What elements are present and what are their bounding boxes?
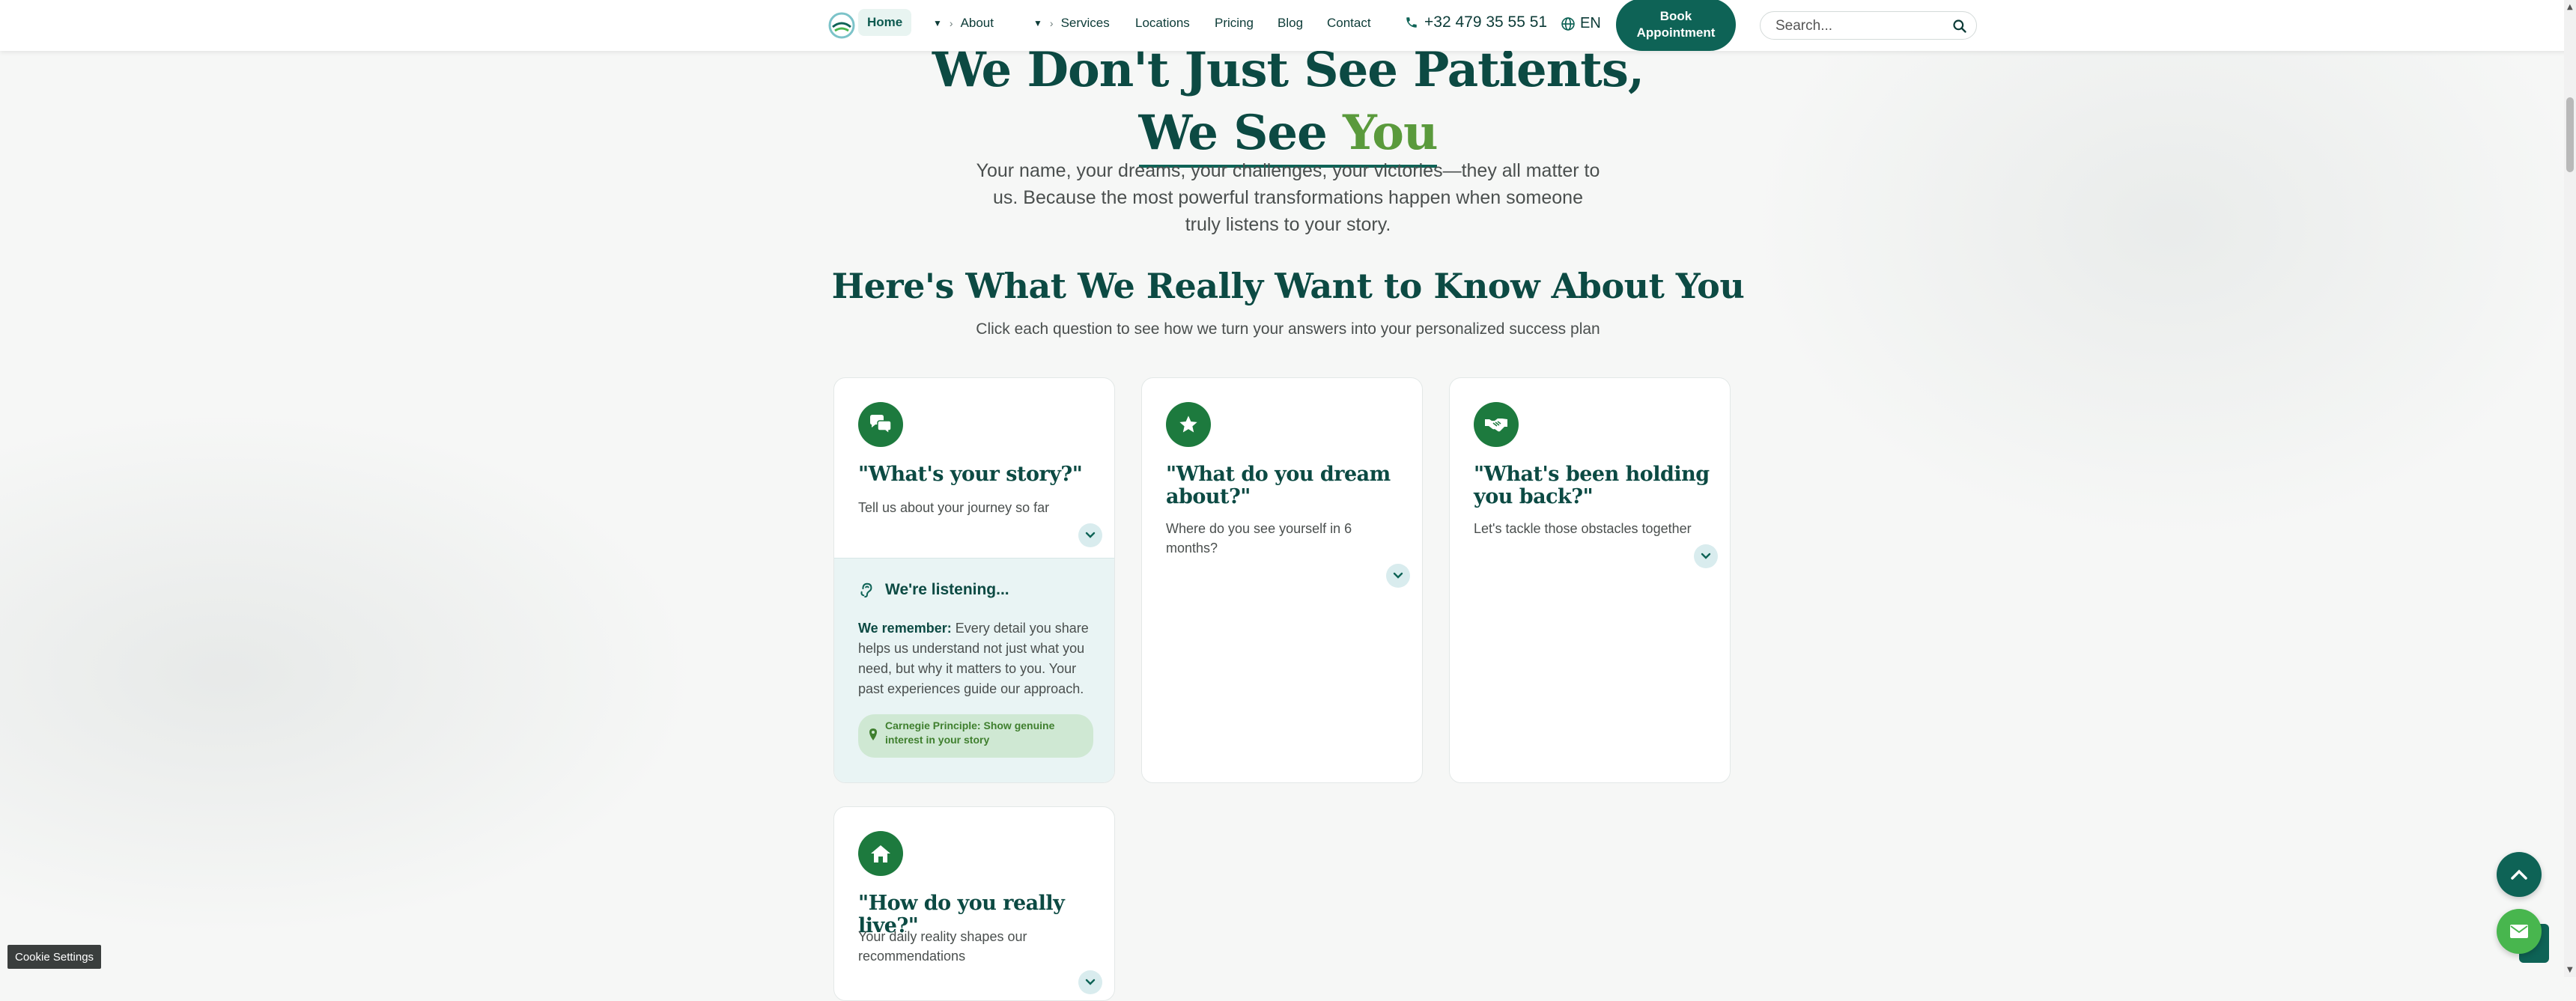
card-icon-badge: [1474, 402, 1519, 447]
hero-title-we-see: We See: [1138, 105, 1343, 161]
scroll-to-top-button[interactable]: [2497, 852, 2542, 897]
nav-pricing[interactable]: Pricing: [1215, 0, 1254, 46]
book-appointment-button[interactable]: Book Appointment: [1616, 0, 1736, 51]
language-label: EN: [1580, 15, 1601, 31]
chevron-up-icon: [2511, 869, 2527, 880]
phone-number: +32 479 35 55 51: [1424, 13, 1548, 31]
nav-blog[interactable]: Blog: [1278, 0, 1303, 46]
chevron-down-icon: [1701, 553, 1711, 559]
scroll-up-arrow-icon[interactable]: ▲: [2567, 3, 2573, 11]
chat-bubbles-icon: [870, 415, 892, 435]
handshake-icon: [1485, 419, 1507, 432]
card-icon-badge: [858, 402, 903, 447]
nav-services[interactable]: ▼ › Services: [1033, 0, 1110, 46]
nav-locations[interactable]: Locations: [1135, 0, 1190, 46]
chevron-right-icon: ›: [1049, 17, 1054, 29]
question-card-dream[interactable]: "What do you dream about?" Where do you …: [1141, 377, 1423, 783]
top-navbar: Home ▼ › About ▼ › Services Locations Pr…: [0, 0, 2576, 51]
card-toggle-button[interactable]: [1386, 564, 1410, 588]
book-label-line1: Book: [1659, 9, 1692, 23]
home-icon: [871, 845, 890, 862]
chevron-down-icon: [1085, 979, 1096, 985]
search-input[interactable]: [1774, 16, 1942, 36]
card-expanded-panel: We're listening... We remember: Every de…: [834, 558, 1114, 782]
question-card-obstacles[interactable]: "What's been holding you back?" Let's ta…: [1449, 377, 1731, 783]
card-icon-badge: [1166, 402, 1211, 447]
phone-icon: [1406, 17, 1417, 28]
chevron-right-icon: ›: [949, 17, 953, 29]
star-icon: [1179, 416, 1197, 433]
hero-title-you: You: [1343, 105, 1438, 161]
pin-icon: [869, 728, 877, 740]
search-icon[interactable]: [1952, 19, 1967, 34]
mail-icon: [2510, 925, 2528, 938]
card-description: Where do you see yourself in 6 months?: [1166, 521, 1352, 556]
pill-text: Carnegie Principle: Show genuine interes…: [885, 719, 1055, 746]
cookie-settings-button[interactable]: Cookie Settings: [7, 945, 102, 969]
section-title: Here's What We Really Want to Know About…: [831, 266, 1745, 306]
nav-services-label: Services: [1060, 16, 1110, 30]
card-question: "What's been holding you back?": [1474, 463, 1710, 508]
language-selector[interactable]: EN: [1561, 15, 1601, 32]
section-subtitle: Click each question to see how we turn y…: [976, 320, 1600, 338]
carnegie-principle-pill: Carnegie Principle: Show genuine interes…: [858, 714, 1093, 758]
question-card-lifestyle[interactable]: "How do you really live?" Your daily rea…: [833, 806, 1115, 1001]
expanded-body: We remember: Every detail you share help…: [858, 618, 1095, 699]
card-description: Tell us about your journey so far: [858, 500, 1050, 515]
page-scrollbar[interactable]: ▲ ▼: [2564, 0, 2576, 977]
email-contact-button[interactable]: [2497, 909, 2542, 954]
search-box: [1760, 11, 1977, 40]
hero-subtitle: Your name, your dreams, your challenges,…: [976, 160, 1600, 235]
hero-title: We Don't Just See Patients, We See You: [0, 39, 2576, 168]
card-icon-badge: [858, 831, 903, 876]
expanded-heading-text: We're listening...: [885, 581, 1009, 598]
scroll-down-arrow-icon[interactable]: ▼: [2567, 966, 2573, 974]
nav-home[interactable]: Home: [858, 9, 912, 36]
scrollbar-thumb[interactable]: [2566, 97, 2574, 172]
expanded-body-bold: We remember:: [858, 621, 952, 636]
card-question: "What do you dream about?": [1166, 463, 1391, 508]
card-description: Let's tackle those obstacles together: [1474, 521, 1692, 536]
caret-down-icon: ▼: [933, 18, 942, 28]
nav-about-label: About: [960, 16, 994, 30]
card-description: Your daily reality shapes our recommenda…: [858, 929, 1027, 964]
chevron-down-icon: [1393, 572, 1403, 579]
book-label-line2: Appointment: [1636, 25, 1716, 40]
chevron-down-icon: [1085, 532, 1096, 538]
question-card-story[interactable]: "What's your story?" Tell us about your …: [833, 377, 1115, 783]
listening-ear-icon: [860, 582, 872, 598]
nav-about[interactable]: ▼ › About: [933, 0, 994, 46]
expanded-heading: We're listening...: [858, 581, 1009, 599]
card-toggle-button[interactable]: [1694, 544, 1718, 568]
phone-link[interactable]: +32 479 35 55 51: [1405, 13, 1547, 31]
logo-icon[interactable]: [828, 12, 855, 39]
globe-icon: [1561, 16, 1575, 31]
card-toggle-button[interactable]: [1078, 523, 1102, 547]
caret-down-icon: ▼: [1033, 18, 1042, 28]
card-question: "What's your story?": [858, 463, 1083, 486]
card-toggle-button[interactable]: [1078, 970, 1102, 994]
nav-contact[interactable]: Contact: [1327, 0, 1371, 46]
